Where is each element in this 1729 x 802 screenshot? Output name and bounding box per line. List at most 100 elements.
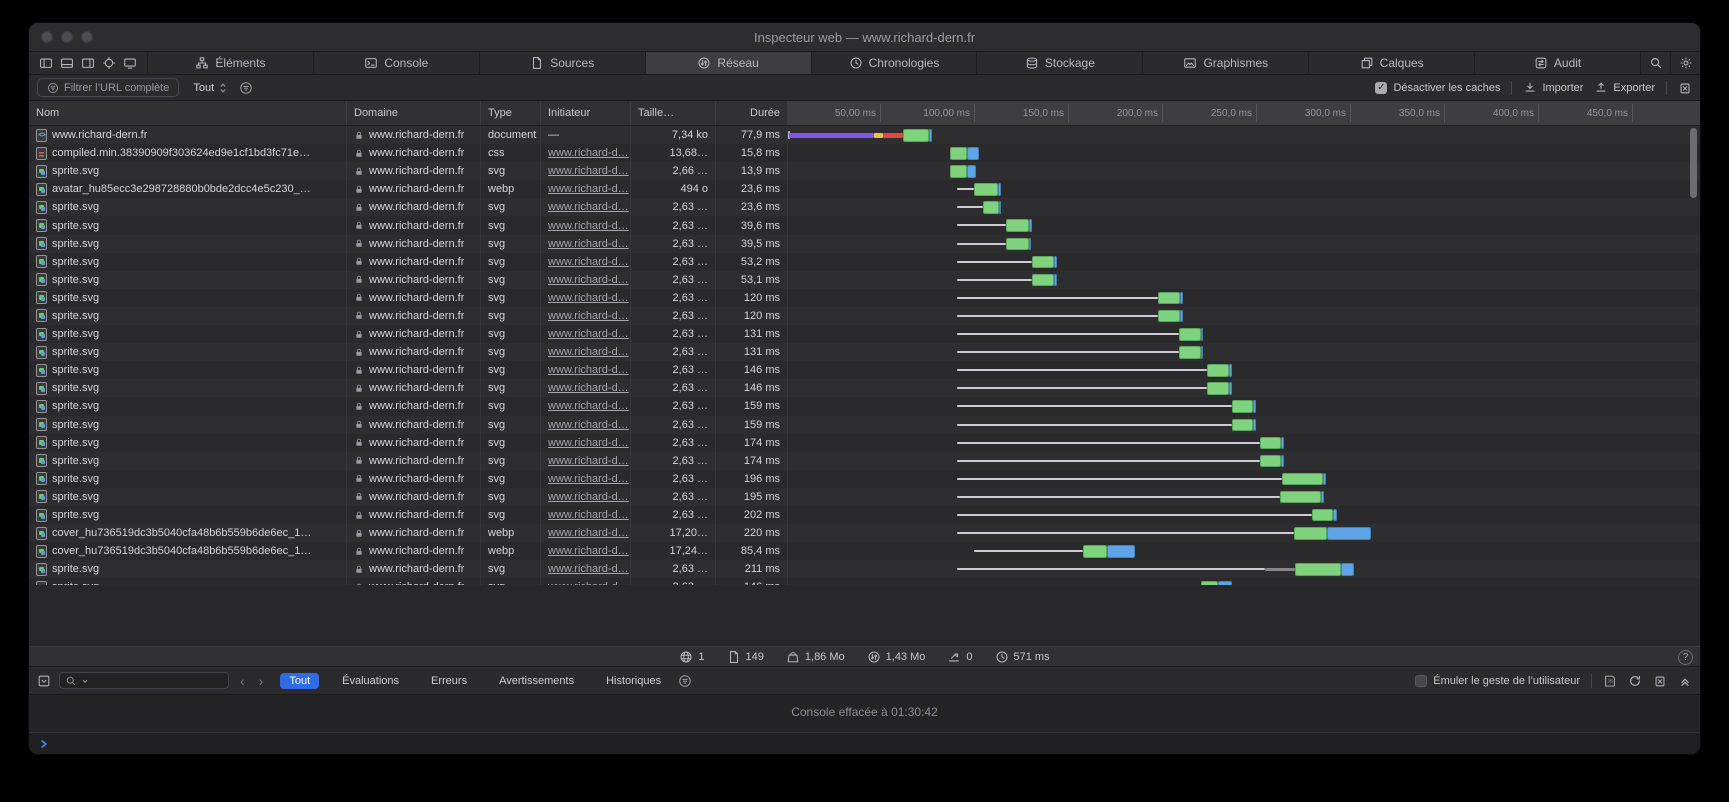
execution-context-icon[interactable]: JS	[1603, 674, 1617, 688]
table-row[interactable]: sprite.svgwww.richard-dern.frsvgwww.rich…	[29, 253, 1700, 271]
table-row[interactable]: sprite.svgwww.richard-dern.frsvgwww.rich…	[29, 560, 1700, 578]
table-row[interactable]: sprite.svgwww.richard-dern.frsvgwww.rich…	[29, 416, 1700, 434]
console-search-input[interactable]	[59, 672, 229, 689]
console-scope-all[interactable]: Tout	[280, 673, 319, 689]
dock-right-icon[interactable]	[81, 56, 95, 70]
url-filter-field[interactable]: Filtrer l’URL complète	[37, 78, 179, 97]
device-icon[interactable]	[123, 56, 137, 70]
initiator-link[interactable]: www.richard-d…	[548, 328, 629, 340]
next-result-button[interactable]: ›	[256, 674, 267, 688]
initiator-link[interactable]: www.richard-d…	[548, 346, 629, 358]
column-header-size[interactable]: Taille…	[631, 101, 716, 125]
dock-bottom-icon[interactable]	[60, 56, 74, 70]
table-row[interactable]: sprite.svgwww.richard-dern.frsvgwww.rich…	[29, 307, 1700, 325]
disable-caches-checkbox[interactable]: ✓ Désactiver les caches	[1375, 82, 1500, 94]
initiator-link[interactable]: www.richard-d…	[548, 201, 629, 213]
initiator-link[interactable]: www.richard-d…	[548, 419, 629, 431]
initiator-link[interactable]: www.richard-d…	[548, 527, 629, 539]
vertical-scrollbar[interactable]	[1690, 128, 1697, 198]
import-button[interactable]: Importer	[1523, 81, 1583, 95]
table-row[interactable]: sprite.svgwww.richard-dern.frsvgwww.rich…	[29, 470, 1700, 488]
dock-left-icon[interactable]	[39, 56, 53, 70]
initiator-link[interactable]: www.richard-d…	[548, 545, 629, 557]
column-header-name[interactable]: Nom	[29, 101, 347, 125]
tab-console[interactable]: Console	[313, 52, 479, 74]
column-header-type[interactable]: Type	[481, 101, 541, 125]
expand-console-icon[interactable]	[1678, 674, 1692, 688]
table-row[interactable]: sprite.svgwww.richard-dern.frsvgwww.rich…	[29, 271, 1700, 289]
column-header-duration[interactable]: Durée	[716, 101, 788, 125]
initiator-link[interactable]: www.richard-d…	[548, 382, 629, 394]
initiator-link[interactable]: www.richard-d…	[548, 437, 629, 449]
table-row[interactable]: sprite.svgwww.richard-dern.frsvgwww.rich…	[29, 289, 1700, 307]
column-header-domain[interactable]: Domaine	[347, 101, 481, 125]
minimize-button[interactable]	[61, 31, 73, 43]
clear-console-icon[interactable]	[1653, 674, 1667, 688]
table-row[interactable]: cover_hu736519dc3b5040cfa48b6b559b6de6ec…	[29, 542, 1700, 560]
export-button[interactable]: Exporter	[1594, 81, 1655, 95]
initiator-link[interactable]: www.richard-d…	[548, 183, 629, 195]
console-scope-avertissements[interactable]: Avertissements	[490, 673, 583, 689]
close-button[interactable]	[41, 31, 53, 43]
table-row[interactable]: sprite.svgwww.richard-dern.frsvgwww.rich…	[29, 434, 1700, 452]
help-button[interactable]: ?	[1678, 650, 1693, 665]
initiator-link[interactable]: www.richard-d…	[548, 220, 629, 232]
table-row[interactable]: compiled.min.38390909f303624ed9e1cf1bd3f…	[29, 144, 1700, 162]
initiator-link[interactable]: www.richard-d…	[548, 509, 629, 521]
tab-timelines[interactable]: Chronologies	[811, 52, 977, 74]
initiator-link[interactable]: www.richard-d…	[548, 165, 629, 177]
tab-audit[interactable]: Audit	[1474, 52, 1640, 74]
console-prompt[interactable]	[29, 732, 1700, 754]
table-row[interactable]: sprite.svgwww.richard-dern.frsvgwww.rich…	[29, 397, 1700, 415]
clear-network-items-icon[interactable]	[1678, 81, 1692, 95]
table-row[interactable]: sprite.svgwww.richard-dern.frsvgwww.rich…	[29, 198, 1700, 216]
console-scope-erreurs[interactable]: Erreurs	[422, 673, 476, 689]
initiator-link[interactable]: www.richard-d…	[548, 364, 629, 376]
table-row[interactable]: sprite.svgwww.richard-dern.frsvgwww.rich…	[29, 216, 1700, 234]
settings-button[interactable]	[1670, 52, 1700, 74]
tab-storage[interactable]: Stockage	[976, 52, 1142, 74]
initiator-link[interactable]: www.richard-d…	[548, 581, 629, 585]
table-row[interactable]: sprite.svgwww.richard-dern.frsvgwww.rich…	[29, 325, 1700, 343]
initiator-link[interactable]: www.richard-d…	[548, 563, 629, 575]
tab-network[interactable]: Réseau	[645, 52, 811, 74]
table-row[interactable]: www.richard-dern.frwww.richard-dern.frdo…	[29, 126, 1700, 144]
initiator-link[interactable]: www.richard-d…	[548, 491, 629, 503]
column-header-initiator[interactable]: Initiateur	[541, 101, 631, 125]
scope-filter-icon[interactable]	[239, 81, 253, 95]
tab-sources[interactable]: Sources	[479, 52, 645, 74]
element-picker-icon[interactable]	[102, 56, 116, 70]
initiator-link[interactable]: www.richard-d…	[548, 256, 629, 268]
table-row[interactable]: sprite.svgwww.richard-dern.frsvgwww.rich…	[29, 162, 1700, 180]
previous-result-button[interactable]: ‹	[237, 674, 248, 688]
resource-type-select[interactable]: Tout	[193, 82, 229, 94]
table-row[interactable]: sprite.svgwww.richard-dern.frsvgwww.rich…	[29, 452, 1700, 470]
initiator-link[interactable]: www.richard-d…	[548, 274, 629, 286]
table-row[interactable]: sprite.svgwww.richard-dern.frsvgwww.rich…	[29, 578, 1700, 585]
console-filter-icon[interactable]	[678, 674, 692, 688]
console-scope-évaluations[interactable]: Évaluations	[333, 673, 408, 689]
tab-elements[interactable]: Éléments	[147, 52, 313, 74]
zoom-button[interactable]	[81, 31, 93, 43]
initiator-link[interactable]: www.richard-d…	[548, 455, 629, 467]
initiator-link[interactable]: www.richard-d…	[548, 292, 629, 304]
initiator-link[interactable]: www.richard-d…	[548, 310, 629, 322]
search-button[interactable]	[1640, 52, 1670, 74]
tab-graphics[interactable]: Graphismes	[1142, 52, 1308, 74]
initiator-link[interactable]: www.richard-d…	[548, 238, 629, 250]
initiator-link[interactable]: www.richard-d…	[548, 473, 629, 485]
initiator-link[interactable]: www.richard-d…	[548, 147, 629, 159]
table-row[interactable]: sprite.svgwww.richard-dern.frsvgwww.rich…	[29, 488, 1700, 506]
table-row[interactable]: sprite.svgwww.richard-dern.frsvgwww.rich…	[29, 361, 1700, 379]
table-row[interactable]: avatar_hu85ecc3e298728880b0bde2dcc4e5c23…	[29, 180, 1700, 198]
refresh-icon[interactable]	[1628, 674, 1642, 688]
table-row[interactable]: cover_hu736519dc3b5040cfa48b6b559b6de6ec…	[29, 524, 1700, 542]
table-row[interactable]: sprite.svgwww.richard-dern.frsvgwww.rich…	[29, 506, 1700, 524]
console-drawer-icon[interactable]	[37, 674, 51, 688]
tab-layers[interactable]: Calques	[1308, 52, 1474, 74]
table-row[interactable]: sprite.svgwww.richard-dern.frsvgwww.rich…	[29, 235, 1700, 253]
table-row[interactable]: sprite.svgwww.richard-dern.frsvgwww.rich…	[29, 379, 1700, 397]
emulate-user-gesture-checkbox[interactable]: Émuler le geste de l’utilisateur	[1415, 675, 1580, 687]
initiator-link[interactable]: www.richard-d…	[548, 400, 629, 412]
console-scope-historiques[interactable]: Historiques	[597, 673, 670, 689]
